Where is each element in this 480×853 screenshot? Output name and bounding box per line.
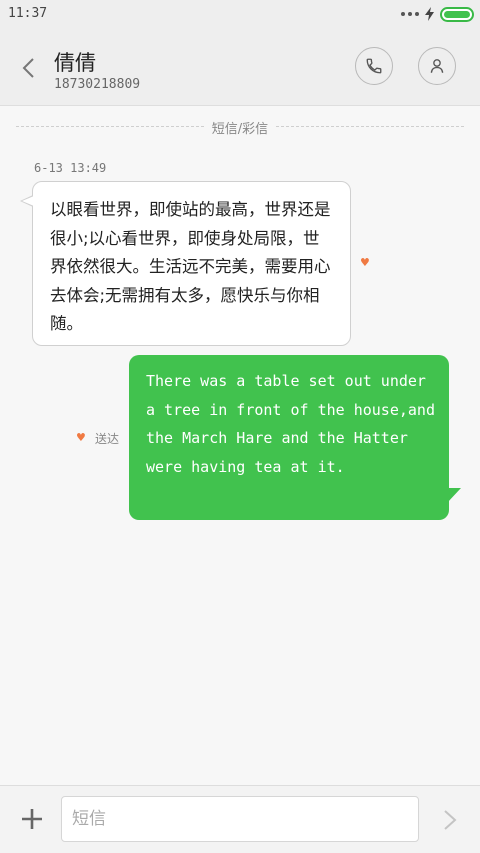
incoming-message-text: 以眼看世界，即使站的最高，世界还是很小;以心看世界，即使身处局限，世界依然很大。…	[50, 200, 331, 333]
person-icon	[430, 59, 444, 73]
outgoing-bubble-tail	[447, 488, 461, 503]
incoming-message-bubble[interactable]: 以眼看世界，即使站的最高，世界还是很小;以心看世界，即使身处局限，世界依然很大。…	[32, 181, 351, 346]
send-icon	[444, 810, 457, 830]
send-button[interactable]	[440, 808, 460, 832]
status-icons	[401, 5, 474, 23]
attach-button[interactable]	[20, 807, 44, 831]
phone-icon	[366, 58, 382, 74]
back-button[interactable]	[14, 54, 42, 82]
plus-icon	[22, 809, 42, 829]
outgoing-message-bubble[interactable]: There was a table set out under a tree i…	[129, 355, 449, 520]
divider-label-wrap: 短信/彩信	[0, 118, 480, 137]
back-icon	[22, 58, 34, 78]
battery-icon	[440, 6, 474, 22]
status-time: 11:37	[8, 6, 48, 21]
call-button[interactable]	[355, 47, 393, 85]
contact-name: 倩倩	[54, 51, 96, 75]
outgoing-message-text: There was a table set out under a tree i…	[146, 372, 435, 476]
contact-info-button[interactable]	[418, 47, 456, 85]
heart-icon: ♥	[76, 431, 86, 444]
heart-icon: ♥	[360, 256, 370, 269]
divider-label: 短信/彩信	[203, 122, 277, 137]
contact-number: 18730218809	[54, 77, 141, 92]
more-dots-icon	[401, 12, 419, 16]
conversation-header: 倩倩 18730218809	[0, 28, 480, 106]
composer-bar	[0, 785, 480, 853]
charging-bolt-icon	[425, 7, 434, 21]
status-bar: 11:37	[0, 0, 480, 28]
incoming-bubble-tail-fill	[22, 196, 34, 206]
delivery-status: 送达	[95, 432, 120, 446]
message-input[interactable]	[61, 796, 419, 842]
message-timestamp: 6-13 13:49	[34, 161, 107, 175]
